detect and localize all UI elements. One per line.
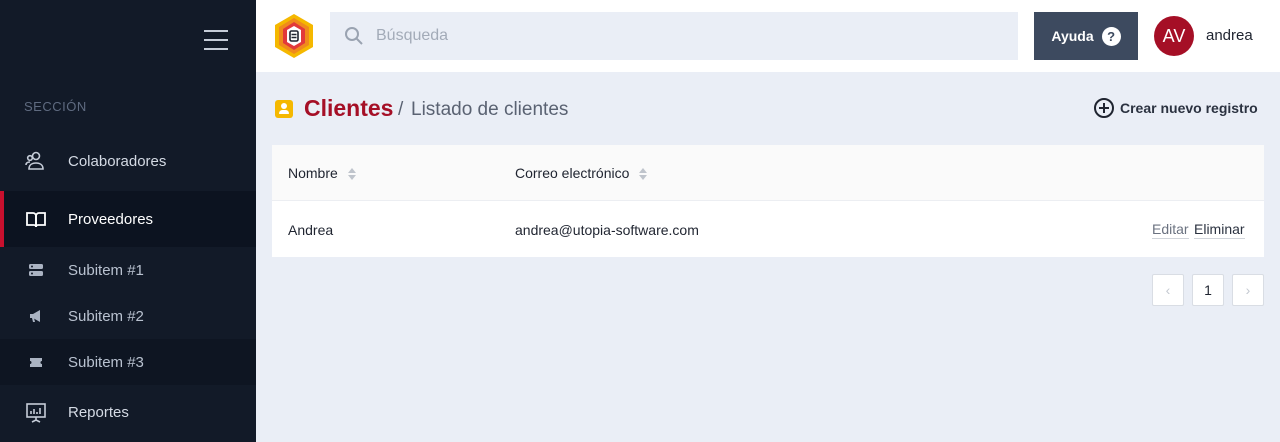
sidebar-item-label: Subitem #3 bbox=[68, 353, 144, 371]
sidebar-item-label: Colaboradores bbox=[68, 152, 167, 170]
help-button-label: Ayuda bbox=[1051, 28, 1094, 44]
sidebar-subitem-2[interactable]: Subitem #2 bbox=[0, 293, 256, 339]
question-circle-icon: ? bbox=[1101, 26, 1121, 46]
sidebar-item-proveedores[interactable]: Proveedores bbox=[0, 191, 256, 247]
sort-icon bbox=[639, 168, 648, 180]
sidebar-item-label: Subitem #1 bbox=[68, 261, 144, 279]
sidebar-subitem-3[interactable]: Subitem #3 bbox=[0, 339, 256, 385]
users-icon bbox=[24, 149, 48, 173]
search-input[interactable] bbox=[376, 12, 1006, 60]
cell-correo: andrea@utopia-software.com bbox=[515, 222, 699, 238]
hamburger-menu-icon[interactable] bbox=[204, 30, 228, 50]
page-title: Clientes bbox=[304, 95, 394, 121]
column-header-nombre[interactable]: Nombre bbox=[288, 165, 356, 181]
plus-circle-icon bbox=[1094, 98, 1114, 118]
sort-icon bbox=[347, 168, 356, 180]
table-row: Andrea andrea@utopia-software.com Editar… bbox=[272, 201, 1264, 257]
server-icon bbox=[24, 258, 48, 282]
sidebar-item-label: Proveedores bbox=[68, 210, 154, 228]
pagination-page-1[interactable]: 1 bbox=[1192, 274, 1224, 306]
sidebar: SECCIÓN Colaboradores Proveedores Subite… bbox=[0, 0, 256, 442]
megaphone-icon bbox=[24, 304, 48, 328]
sidebar-item-label: Reportes bbox=[68, 403, 129, 421]
search-bar bbox=[330, 12, 1018, 60]
search-icon bbox=[344, 26, 364, 46]
pagination-prev-button[interactable]: ‹ bbox=[1152, 274, 1184, 306]
help-button[interactable]: Ayuda ? bbox=[1034, 12, 1138, 60]
sidebar-subitem-1[interactable]: Subitem #1 bbox=[0, 247, 256, 293]
contact-card-icon bbox=[275, 100, 293, 118]
avatar[interactable]: AV bbox=[1154, 16, 1194, 56]
sidebar-section-label: SECCIÓN bbox=[24, 99, 87, 114]
create-record-button[interactable]: Crear nuevo registro bbox=[1094, 98, 1258, 118]
app-logo[interactable] bbox=[272, 12, 316, 60]
sidebar-item-colaboradores[interactable]: Colaboradores bbox=[0, 133, 256, 189]
delete-link[interactable]: Eliminar bbox=[1194, 221, 1245, 239]
breadcrumb: Listado de clientes bbox=[411, 99, 569, 120]
sidebar-item-label: Subitem #2 bbox=[68, 307, 144, 325]
column-header-correo[interactable]: Correo electrónico bbox=[515, 165, 648, 181]
create-record-label: Crear nuevo registro bbox=[1120, 100, 1258, 116]
ticket-icon bbox=[24, 350, 48, 374]
edit-link[interactable]: Editar bbox=[1152, 221, 1189, 239]
clients-table: Nombre Correo electrónico Andrea andrea@… bbox=[272, 145, 1264, 257]
table-header: Nombre Correo electrónico bbox=[272, 145, 1264, 201]
topbar: Ayuda ? AV andrea bbox=[256, 0, 1280, 72]
cell-nombre: Andrea bbox=[288, 222, 334, 238]
sidebar-item-reportes[interactable]: Reportes bbox=[0, 385, 256, 439]
column-header-label: Correo electrónico bbox=[515, 165, 630, 181]
book-icon bbox=[24, 207, 48, 231]
pagination-next-button[interactable]: › bbox=[1232, 274, 1264, 306]
column-header-label: Nombre bbox=[288, 165, 338, 181]
presentation-chart-icon bbox=[24, 400, 48, 424]
username[interactable]: andrea bbox=[1206, 27, 1253, 44]
breadcrumb-separator: / bbox=[398, 99, 404, 120]
